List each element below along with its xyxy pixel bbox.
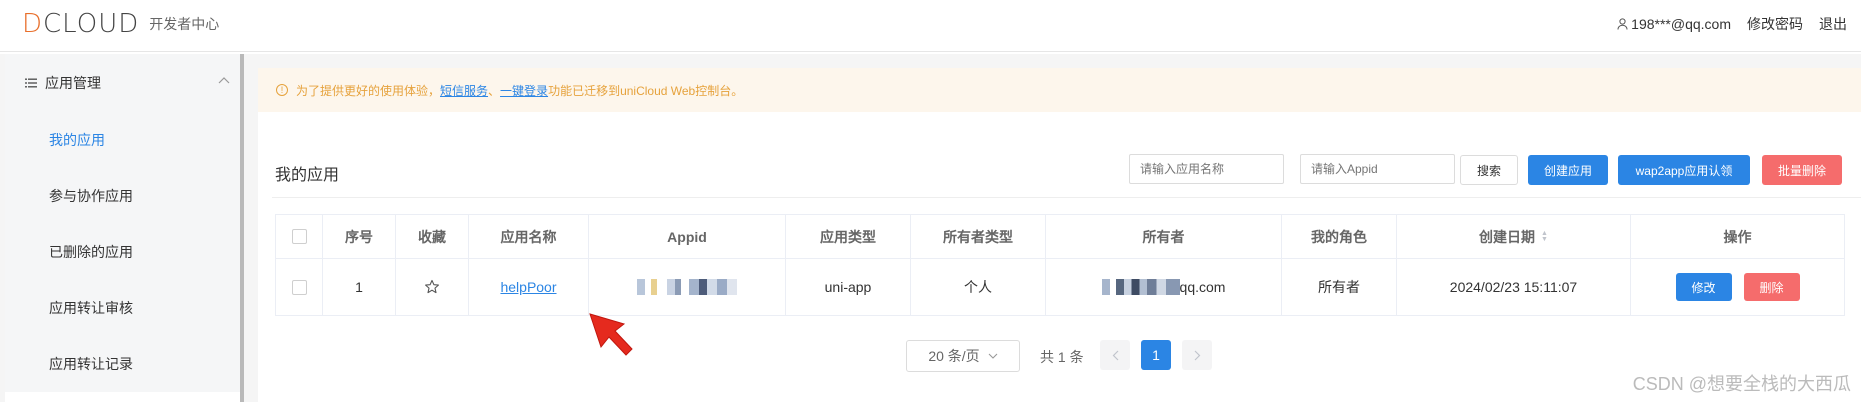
page-size-select[interactable]: 20 条/页 [906,340,1020,372]
row-owner-cell: qq.com [1046,259,1282,315]
sidebar-item-label: 参与协作应用 [49,188,133,204]
sidebar-item-label: 已删除的应用 [49,244,133,260]
wap2app-claim-button[interactable]: wap2app应用认领 [1618,155,1750,185]
col-my-role: 我的角色 [1282,215,1397,259]
sidebar-item-label: 我的应用 [49,132,105,148]
col-created-date-label: 创建日期 [1479,228,1536,245]
sidebar-item-transfer-records[interactable]: 应用转让记录 [5,336,240,392]
col-app-type: 应用类型 [786,215,911,259]
col-actions: 操作 [1631,215,1844,259]
page-number-current[interactable]: 1 [1141,340,1171,370]
migration-notice: ! 为了提供更好的使用体验， 短信服务 、 一键登录 功能已迁移到uniClou… [258,68,1861,112]
row-created-date: 2024/02/23 15:11:07 [1397,259,1631,315]
row-favorite-cell [396,259,469,315]
row-appid-cell [589,259,786,315]
sort-icon[interactable]: ▲ ▼ [1541,230,1548,243]
sidebar-item-deleted-apps[interactable]: 已删除的应用 [5,224,240,280]
chevron-down-icon [988,353,998,359]
logout-link[interactable]: 退出 [1819,14,1847,34]
col-owner-type: 所有者类型 [911,215,1046,259]
sidebar-item-label: 应用转让记录 [49,356,133,372]
user-account[interactable]: 198***@qq.com [1617,16,1731,32]
appid-search-input[interactable] [1300,154,1455,184]
toolbar-divider [272,197,1861,198]
col-app-name: 应用名称 [469,215,589,259]
row-owner-type: 个人 [911,259,1046,315]
sidebar: 应用管理 我的应用 参与协作应用 已删除的应用 应用转让审核 应用转让记录 [5,54,240,402]
app-name-search-input[interactable] [1129,154,1284,184]
total-count: 共 1 条 [1040,349,1084,365]
col-owner: 所有者 [1046,215,1282,259]
search-button[interactable]: 搜索 [1460,155,1518,185]
sidebar-section-app-management[interactable]: 应用管理 [5,54,240,112]
page-title: 我的应用 [275,167,340,184]
apps-table: 序号 收藏 应用名称 Appid 应用类型 所有者类型 所有者 我的角色 创建日… [275,214,1845,316]
prev-page-button[interactable] [1100,340,1130,370]
top-header: DCLOUD 开发者中心 198***@qq.com 修改密码 退出 [0,0,1861,52]
row-checkbox[interactable] [291,279,307,295]
sidebar-item-my-apps[interactable]: 我的应用 [5,112,240,168]
list-icon [25,78,37,88]
select-all-checkbox[interactable] [291,229,307,244]
create-app-button[interactable]: 创建应用 [1528,155,1608,185]
row-app-type: uni-app [786,259,911,315]
change-password-link[interactable]: 修改密码 [1747,14,1803,34]
batch-delete-button[interactable]: 批量删除 [1762,155,1842,185]
next-page-button[interactable] [1182,340,1212,370]
user-icon [1617,18,1628,30]
owner-email-suffix: qq.com [1179,279,1226,295]
notice-suffix: 功能已迁移到uniCloud Web控制台。 [548,83,744,98]
logo-mark: DCLOUD [22,9,140,39]
sidebar-item-transfer-review[interactable]: 应用转让审核 [5,280,240,336]
row-index: 1 [323,259,396,315]
col-favorite: 收藏 [396,215,469,259]
app-name-link[interactable]: helpPoor [469,259,589,315]
sidebar-item-collab-apps[interactable]: 参与协作应用 [5,168,240,224]
dcloud-logo[interactable]: DCLOUD 开发者中心 [22,9,220,39]
chevron-right-icon [1194,350,1200,360]
appid-redacted [637,279,737,295]
user-area: 198***@qq.com 修改密码 退出 [1617,0,1847,48]
star-icon[interactable] [424,279,440,295]
owner-redacted [1101,279,1180,295]
info-icon: ! [276,84,288,96]
row-my-role: 所有者 [1282,259,1397,315]
annotation-arrow-icon [589,313,633,356]
select-all-cell [276,215,323,259]
row-select-cell [276,259,323,315]
one-click-login-link[interactable]: 一键登录 [500,82,548,99]
page-size-value: 20 条/页 [928,348,980,364]
table-header-row: 序号 收藏 应用名称 Appid 应用类型 所有者类型 所有者 我的角色 创建日… [276,215,1844,259]
sms-service-link[interactable]: 短信服务 [440,82,488,99]
sidebar-section-label: 应用管理 [45,75,101,91]
chevron-left-icon [1112,350,1118,360]
col-index: 序号 [323,215,396,259]
notice-separator: 、 [488,83,501,98]
logo-subtitle: 开发者中心 [149,16,220,32]
chevron-up-icon[interactable] [218,76,230,84]
user-email: 198***@qq.com [1631,16,1731,32]
table-row: 1 helpPoor uni-app 个人 qq.com 所有者 2024/02… [276,259,1844,315]
col-appid: Appid [589,215,786,259]
row-actions-cell: 修改 删除 [1631,259,1844,315]
edit-button[interactable]: 修改 [1675,273,1732,301]
csdn-watermark: CSDN @想要全栈的大西瓜 [1632,374,1851,394]
sidebar-item-label: 应用转让审核 [49,300,133,316]
notice-prefix: 为了提供更好的使用体验， [296,83,441,98]
delete-button[interactable]: 删除 [1743,273,1800,301]
col-created-date[interactable]: 创建日期 ▲ ▼ [1397,215,1631,259]
